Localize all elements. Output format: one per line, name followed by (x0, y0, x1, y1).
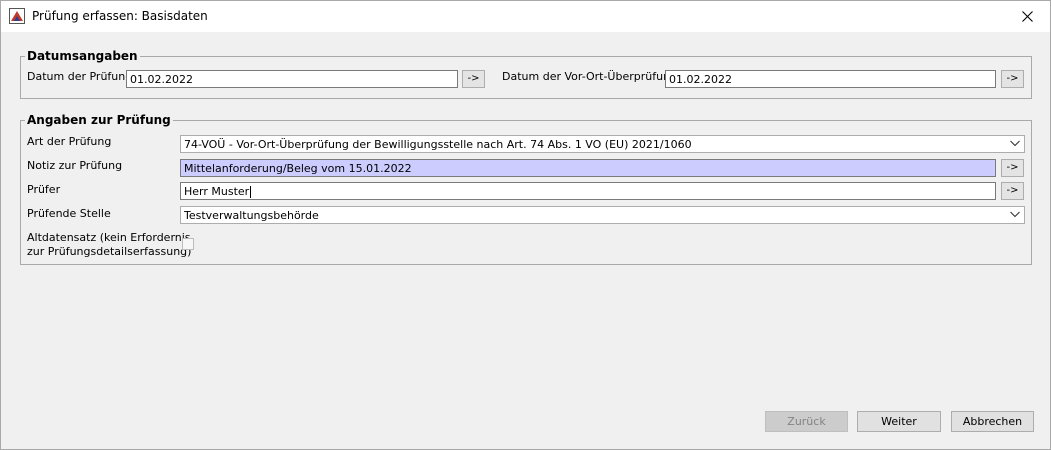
pruefende-stelle-value: Testverwaltungsbehörde (184, 209, 319, 222)
pruefung-group-legend: Angaben zur Prüfung (25, 113, 173, 127)
next-button[interactable]: Weiter (857, 411, 941, 432)
window-title: Prüfung erfassen: Basisdaten (32, 9, 208, 23)
title-bar: Prüfung erfassen: Basisdaten (1, 1, 1050, 32)
pruefer-label: Prüfer (27, 183, 61, 196)
notiz-label: Notiz zur Prüfung (27, 159, 123, 172)
pruefende-stelle-select[interactable]: Testverwaltungsbehörde (180, 206, 1025, 224)
pruefer-arrow-button[interactable]: -> (1001, 182, 1024, 200)
close-button[interactable] (1004, 1, 1050, 32)
chevron-down-icon (1010, 211, 1020, 218)
pruefende-stelle-label: Prüfende Stelle (27, 207, 111, 220)
pruefer-input[interactable]: Herr Muster (180, 182, 996, 200)
text-caret (250, 186, 252, 198)
datum-pruefung-arrow-button[interactable]: -> (462, 70, 485, 88)
chevron-down-icon (1010, 140, 1020, 147)
cancel-button[interactable]: Abbrechen (951, 411, 1034, 432)
notiz-input[interactable]: Mittelanforderung/Beleg vom 15.01.2022 (180, 159, 996, 177)
datum-vorort-arrow-button[interactable]: -> (1001, 70, 1024, 88)
datum-group-legend: Datumsangaben (25, 49, 140, 63)
java-app-icon (9, 8, 25, 24)
altdatensatz-label-line1: Altdatensatz (kein Erfordernis (27, 231, 191, 244)
pruefer-value: Herr Muster (184, 185, 250, 198)
altdatensatz-checkbox[interactable] (182, 238, 194, 250)
dialog-window: Prüfung erfassen: Basisdaten Datumsangab… (0, 0, 1051, 450)
back-button[interactable]: Zurück (765, 411, 848, 432)
close-icon (1021, 11, 1033, 22)
datum-vorort-input[interactable]: 01.02.2022 (665, 70, 996, 88)
notiz-arrow-button[interactable]: -> (1001, 159, 1024, 177)
datum-pruefung-label: Datum der Prüfung (27, 70, 133, 83)
datum-pruefung-input[interactable]: 01.02.2022 (126, 70, 458, 88)
datum-vorort-label: Datum der Vor-Ort-Überprüfung (502, 70, 678, 83)
altdatensatz-label-line2: zur Prüfungsdetailserfassung) (27, 245, 192, 258)
art-pruefung-value: 74-VOÜ - Vor-Ort-Überprüfung der Bewilli… (184, 138, 692, 151)
art-pruefung-select[interactable]: 74-VOÜ - Vor-Ort-Überprüfung der Bewilli… (180, 135, 1025, 153)
art-pruefung-label: Art der Prüfung (27, 135, 112, 148)
